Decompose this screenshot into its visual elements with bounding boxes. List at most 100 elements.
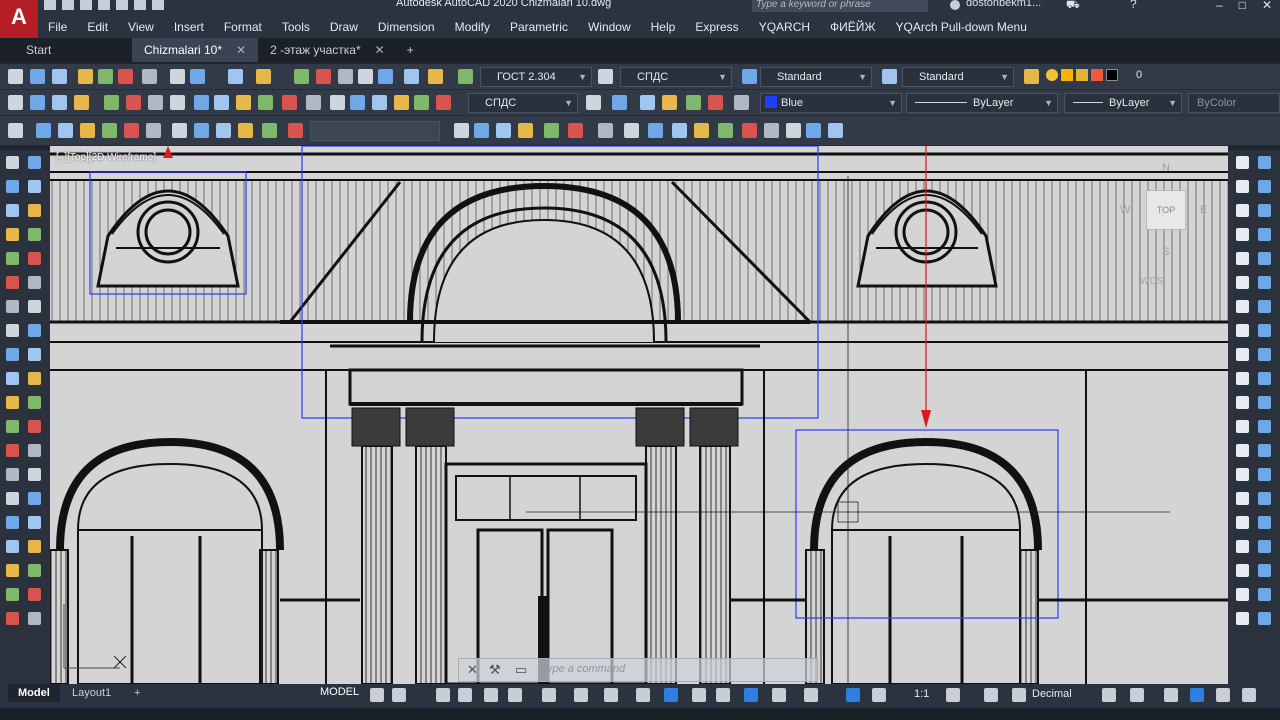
draw-tool-4-icon[interactable]: [6, 228, 19, 241]
units-select[interactable]: Decimal: [1032, 688, 1072, 700]
angular-dim-icon[interactable]: [170, 95, 185, 110]
menu-edit[interactable]: Edit: [77, 20, 118, 34]
polar-icon[interactable]: [484, 688, 498, 702]
modeling-tool-38-icon[interactable]: [1258, 588, 1271, 601]
modeling-tool-18-icon[interactable]: [1258, 348, 1271, 361]
redo-icon[interactable]: [256, 69, 271, 84]
modeling-tool-5-icon[interactable]: [1236, 204, 1249, 217]
modify-tool-1-icon[interactable]: [28, 156, 41, 169]
modeling-tool-15-icon[interactable]: [1236, 324, 1249, 337]
wrench-icon[interactable]: ⚒: [489, 662, 501, 678]
layer-properties-icon[interactable]: [1024, 69, 1039, 84]
modeling-tool-3-icon[interactable]: [1236, 180, 1249, 193]
add-layout-icon[interactable]: +: [124, 684, 150, 702]
break-dim-icon[interactable]: [282, 95, 297, 110]
draw-tool-1-icon[interactable]: [6, 156, 19, 169]
modeling-tool-21-icon[interactable]: [1236, 396, 1249, 409]
wcs-menu[interactable]: WCS: [1140, 276, 1163, 287]
3d-osnap-icon[interactable]: [692, 688, 706, 702]
modify-tool-3-icon[interactable]: [28, 204, 41, 217]
close-icon[interactable]: ✕: [1262, 0, 1272, 12]
isolate-icon[interactable]: [1164, 688, 1178, 702]
modeling-tool-26-icon[interactable]: [1258, 444, 1271, 457]
modify-tool-7-icon[interactable]: [28, 300, 41, 313]
continue-dim-icon[interactable]: [236, 95, 251, 110]
draw-tool-20-icon[interactable]: [6, 612, 19, 625]
save-as-icon[interactable]: [98, 0, 110, 10]
modeling-tool-10-icon[interactable]: [1258, 252, 1271, 265]
continuous-orbit-icon[interactable]: [786, 123, 801, 138]
ordinate-dim-icon[interactable]: [74, 95, 89, 110]
plot-icon[interactable]: [116, 0, 128, 10]
menu-tools[interactable]: Tools: [272, 20, 320, 34]
view-ne-icon[interactable]: [648, 123, 663, 138]
layer-unisolate-icon[interactable]: [662, 95, 677, 110]
modeling-tool-6-icon[interactable]: [1258, 204, 1271, 217]
ortho-icon[interactable]: [458, 688, 472, 702]
markup-icon[interactable]: [378, 69, 393, 84]
tab-start[interactable]: Start: [0, 38, 132, 62]
design-center-icon[interactable]: [316, 69, 331, 84]
autocad-logo[interactable]: A: [0, 0, 38, 38]
modify-tool-17-icon[interactable]: [28, 540, 41, 553]
layer-status-icons[interactable]: [1046, 69, 1118, 81]
color-select[interactable]: Blue ▼: [760, 93, 902, 113]
ucs-zaxis-icon[interactable]: [262, 123, 277, 138]
modify-tool-15-icon[interactable]: [28, 492, 41, 505]
undo-icon[interactable]: [228, 69, 243, 84]
annotation-monitor-icon[interactable]: [984, 688, 998, 702]
modeling-tool-12-icon[interactable]: [1258, 276, 1271, 289]
ucs-y-icon[interactable]: [238, 123, 253, 138]
draw-tool-18-icon[interactable]: [6, 564, 19, 577]
draw-tool-14-icon[interactable]: [6, 468, 19, 481]
ucs-previous-icon[interactable]: [58, 123, 73, 138]
cut-icon[interactable]: [170, 69, 185, 84]
modeling-tool-29-icon[interactable]: [1236, 492, 1249, 505]
new-icon[interactable]: [44, 0, 56, 10]
text-style-select[interactable]: ГОСТ 2.304 ▼: [480, 67, 592, 87]
draw-tool-9-icon[interactable]: [6, 348, 19, 361]
walk-icon[interactable]: [806, 123, 821, 138]
modeling-tool-11-icon[interactable]: [1236, 276, 1249, 289]
fly-icon[interactable]: [828, 123, 843, 138]
snap-icon[interactable]: [392, 688, 406, 702]
layer-previous-icon[interactable]: [612, 95, 627, 110]
aligned-dim-icon[interactable]: [30, 95, 45, 110]
draw-tool-15-icon[interactable]: [6, 492, 19, 505]
layer-match-icon[interactable]: [586, 95, 601, 110]
jogged-linear-icon[interactable]: [372, 95, 387, 110]
copy-icon[interactable]: [190, 69, 205, 84]
modeling-tool-30-icon[interactable]: [1258, 492, 1271, 505]
orbit-icon[interactable]: [742, 123, 757, 138]
modeling-tool-36-icon[interactable]: [1258, 564, 1271, 577]
drawing-canvas[interactable]: [50, 146, 1228, 684]
search-input[interactable]: Type a keyword or phrase: [752, 0, 928, 12]
modify-tool-18-icon[interactable]: [28, 564, 41, 577]
table-style-select[interactable]: Standard ▼: [760, 67, 872, 87]
modeling-tool-25-icon[interactable]: [1236, 444, 1249, 457]
view-front-icon[interactable]: [544, 123, 559, 138]
menu-dimension[interactable]: Dimension: [368, 20, 445, 34]
space-dim-icon[interactable]: [258, 95, 273, 110]
web-icon[interactable]: [142, 69, 157, 84]
modeling-tool-20-icon[interactable]: [1258, 372, 1271, 385]
modeling-tool-35-icon[interactable]: [1236, 564, 1249, 577]
menu-view[interactable]: View: [118, 20, 164, 34]
layer-state-select[interactable]: СПДС ▼: [468, 93, 578, 113]
draw-tool-2-icon[interactable]: [6, 180, 19, 193]
free-orbit-icon[interactable]: [764, 123, 779, 138]
ucs-object-icon[interactable]: [102, 123, 117, 138]
modify-tool-10-icon[interactable]: [28, 372, 41, 385]
modify-tool-13-icon[interactable]: [28, 444, 41, 457]
multileader-style-select[interactable]: Standard ▼: [902, 67, 1014, 87]
draw-tool-10-icon[interactable]: [6, 372, 19, 385]
menu-modify[interactable]: Modify: [445, 20, 500, 34]
tab-floor-plan[interactable]: 2 -этаж участка* ✕: [258, 38, 397, 62]
modeling-tool-9-icon[interactable]: [1236, 252, 1249, 265]
publish-icon[interactable]: [118, 69, 133, 84]
camera-icon[interactable]: [694, 123, 709, 138]
ucs-face-icon[interactable]: [80, 123, 95, 138]
transparency-icon[interactable]: [636, 688, 650, 702]
menu-format[interactable]: Format: [214, 20, 272, 34]
modeling-tool-40-icon[interactable]: [1258, 612, 1271, 625]
